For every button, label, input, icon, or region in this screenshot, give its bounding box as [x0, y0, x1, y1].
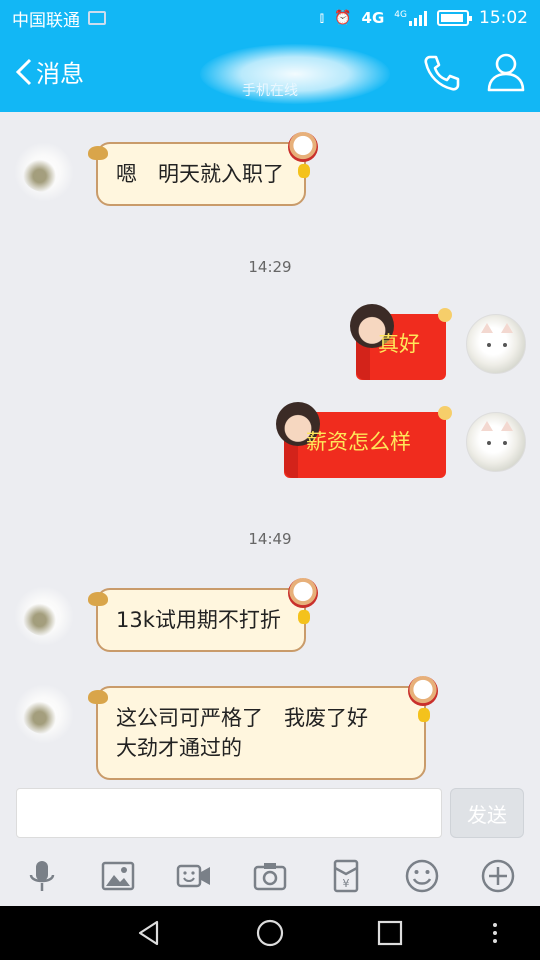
home-circle-icon[interactable] — [253, 916, 287, 950]
microphone-icon[interactable] — [22, 856, 62, 896]
status-indicators: ⫾ ⏰ 4G 4G 15:02 — [320, 8, 528, 28]
signal-icon: 4G — [394, 10, 427, 26]
send-button[interactable]: 发送 — [450, 788, 524, 838]
image-icon[interactable] — [98, 856, 138, 896]
battery-icon — [437, 10, 472, 26]
camera-icon[interactable] — [250, 856, 290, 896]
back-triangle-icon[interactable] — [133, 916, 167, 950]
clock-label: 15:02 — [479, 8, 528, 28]
message-text-line: 这公司可严格了 我废了好 — [116, 706, 368, 730]
lucky-cat-sticker-icon — [288, 132, 318, 162]
message-bubble-incoming[interactable]: 嗯 明天就入职了 — [88, 132, 318, 206]
message-timestamp: 14:29 — [248, 258, 292, 276]
more-vertical-icon[interactable] — [478, 916, 512, 950]
lucky-cat-sticker-icon — [408, 676, 438, 706]
recent-square-icon[interactable] — [373, 916, 407, 950]
my-avatar[interactable] — [466, 412, 526, 472]
back-button[interactable]: 消息 — [14, 54, 84, 89]
gold-coin-icon — [298, 164, 310, 178]
vibrate-icon: ⫾ — [319, 10, 325, 26]
message-text-line: 大劲才通过的 — [116, 736, 242, 760]
message-text: 真好 — [378, 332, 420, 356]
message-text: 13k试用期不打折 — [116, 608, 281, 632]
carrier-label: 中国联通 — [12, 10, 80, 31]
chat-header: 消息 手机在线 — [0, 36, 540, 112]
message-input[interactable] — [16, 788, 442, 838]
emoji-icon[interactable] — [402, 856, 442, 896]
contact-avatar[interactable] — [14, 586, 74, 646]
network-type-small-label: 4G — [394, 10, 407, 20]
sim-card-icon — [88, 11, 106, 25]
message-bubble-outgoing[interactable]: 薪资怎么样 — [276, 402, 452, 478]
network-type-label: 4G — [361, 9, 385, 27]
composer-toolbar: ¥ — [0, 844, 540, 906]
contact-avatar[interactable] — [14, 684, 74, 744]
message-bubble-incoming[interactable]: 这公司可严格了 我废了好 大劲才通过的 — [88, 676, 438, 780]
composer: 发送 — [0, 782, 540, 844]
message-bubble-outgoing[interactable]: 真好 — [350, 304, 452, 380]
chevron-left-icon — [15, 58, 32, 85]
contact-avatar[interactable] — [14, 142, 74, 202]
back-label: 消息 — [36, 60, 84, 88]
lucky-cat-sticker-icon — [288, 578, 318, 608]
phone-call-icon[interactable] — [420, 52, 462, 94]
profile-icon[interactable] — [484, 50, 528, 94]
message-bubble-incoming[interactable]: 13k试用期不打折 — [88, 578, 318, 652]
svg-text:¥: ¥ — [343, 877, 350, 890]
system-navigation-bar — [0, 906, 540, 960]
my-avatar[interactable] — [466, 314, 526, 374]
message-text: 嗯 明天就入职了 — [116, 162, 284, 186]
message-text: 薪资怎么样 — [306, 430, 411, 454]
plus-icon[interactable] — [478, 856, 518, 896]
message-timestamp: 14:49 — [248, 530, 292, 548]
gold-coin-icon — [418, 708, 430, 722]
alarm-icon: ⏰ — [334, 10, 352, 26]
video-icon[interactable] — [174, 856, 214, 896]
gold-coin-icon — [298, 610, 310, 624]
online-status-label: 手机在线 — [242, 83, 298, 99]
status-bar: 中国联通 ⫾ ⏰ 4G 4G 15:02 — [0, 0, 540, 36]
chat-messages[interactable]: 嗯 明天就入职了 14:29 真好 薪资怎么样 14:49 13k试用期不打折 … — [0, 112, 540, 782]
red-envelope-icon[interactable]: ¥ — [326, 856, 366, 896]
